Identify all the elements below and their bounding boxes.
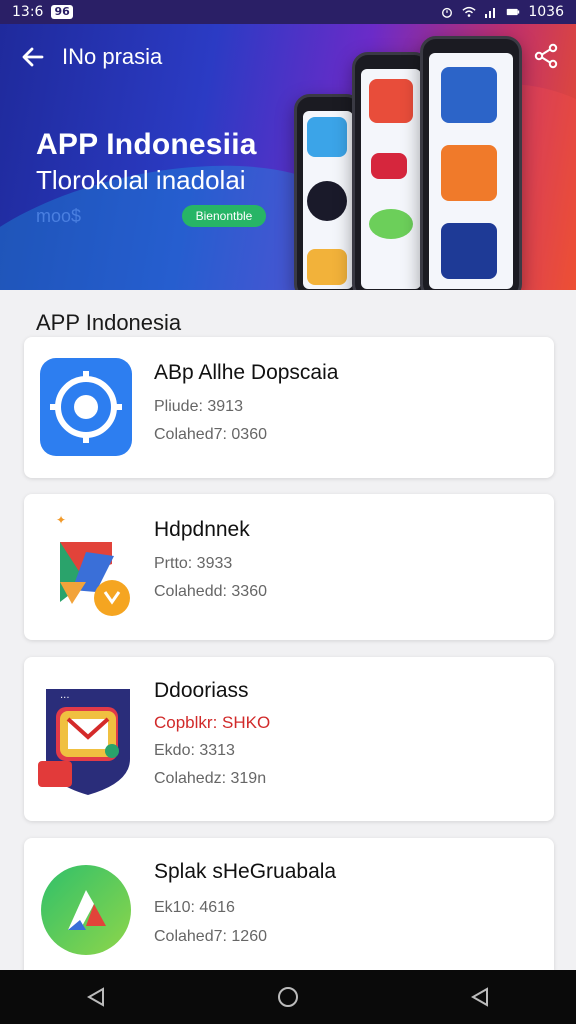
status-bar: 13:6 96 1036 xyxy=(0,0,576,24)
app-detail: Ek10: 4616 xyxy=(154,899,235,916)
share-icon[interactable] xyxy=(532,42,560,70)
svg-text:✦: ✦ xyxy=(56,513,66,527)
alarm-icon xyxy=(442,7,453,18)
mockup-app-tile xyxy=(307,117,347,157)
app-name: Hdpdnnek xyxy=(154,518,250,541)
status-time: 13:6 xyxy=(12,4,44,20)
mockup-app-tile xyxy=(369,209,413,239)
app-detail: Pliude: 3913 xyxy=(154,398,243,415)
wifi-icon xyxy=(462,6,476,17)
app-detail: Colahedd: 3360 xyxy=(154,583,267,600)
mockup-app-tile xyxy=(371,153,407,179)
hero-title: APP Indonesiia xyxy=(36,128,257,161)
splash-app-icon xyxy=(41,865,131,955)
app-card[interactable]: Splak sHeGruabala Ek10: 4616 Colahed7: 1… xyxy=(24,838,554,978)
app-detail: Colahed7: 1260 xyxy=(154,928,267,945)
app-detail: Prtto: 3933 xyxy=(154,555,233,572)
battery-icon xyxy=(507,8,520,16)
top-app-bar: INo prasia xyxy=(0,24,576,88)
hero-cta-button[interactable]: Bienontble xyxy=(182,205,266,227)
nav-home-icon[interactable] xyxy=(276,985,300,1009)
section-title: APP Indonesia xyxy=(36,310,182,335)
mockup-app-tile xyxy=(441,145,497,201)
app-card[interactable]: ... Ddooriass Copblkr: SHKO Ekdo: 3313 C… xyxy=(24,657,554,821)
app-detail: Ekdo: 3313 xyxy=(154,742,235,759)
play-app-icon: ✦ xyxy=(56,513,130,616)
promo-label: Copblkr: SHKO xyxy=(154,713,271,732)
status-clock: 1036 xyxy=(528,4,564,20)
app-card[interactable]: ABp Allhe Dopscaia Pliude: 3913 Colahed7… xyxy=(24,337,554,478)
hero-tag: moo$ xyxy=(36,206,82,226)
target-app-icon xyxy=(40,358,132,456)
app-name: Splak sHeGruabala xyxy=(154,860,337,883)
nav-recent-icon[interactable] xyxy=(468,985,492,1009)
notification-badge: 96 xyxy=(51,5,73,19)
back-arrow-icon[interactable] xyxy=(18,42,48,72)
mail-app-icon: ... xyxy=(38,689,130,795)
mockup-app-tile xyxy=(441,223,497,279)
app-detail: Colahed7: 0360 xyxy=(154,426,267,443)
mockup-app-tile xyxy=(307,181,347,221)
app-card[interactable]: ✦ Hdpdnnek Prtto: 3933 Colahedd: 3360 xyxy=(24,494,554,640)
app-name: ABp Allhe Dopscaia xyxy=(154,361,339,384)
nav-back-icon[interactable] xyxy=(84,985,108,1009)
hero-subtitle: Tlorokolal inadolai xyxy=(36,165,246,195)
mockup-app-tile xyxy=(307,249,347,285)
page-title: INo prasia xyxy=(62,44,163,69)
app-detail: Colahedz: 319n xyxy=(154,770,267,787)
signal-icon xyxy=(485,8,496,18)
svg-text:...: ... xyxy=(60,690,70,701)
system-nav-bar xyxy=(0,970,576,1024)
app-name: Ddooriass xyxy=(154,679,249,702)
